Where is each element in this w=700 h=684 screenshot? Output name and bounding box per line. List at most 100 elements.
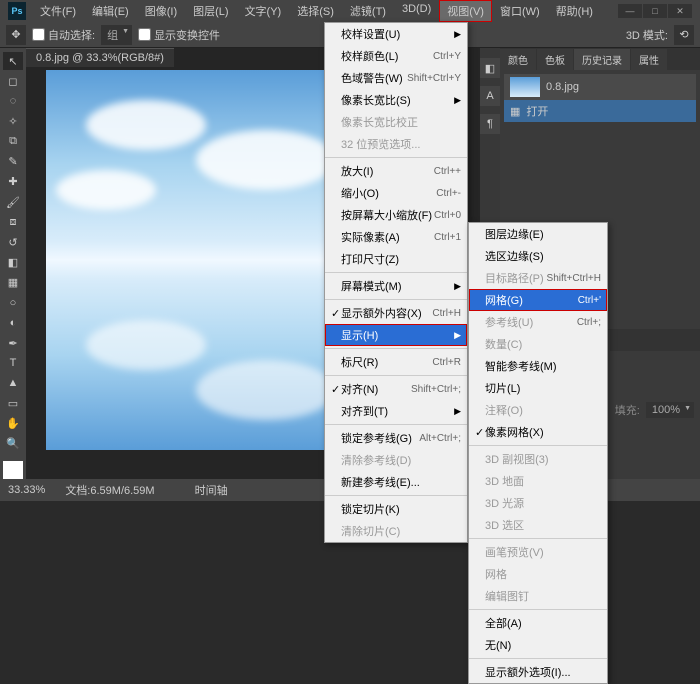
- menu-item-5[interactable]: 选择(S): [289, 0, 342, 22]
- menu-item[interactable]: 锁定切片(K): [325, 498, 467, 520]
- menu-separator: [469, 609, 607, 610]
- panel-icon-1[interactable]: ◧: [480, 58, 500, 78]
- eraser-tool[interactable]: ◧: [3, 253, 23, 271]
- fill-value[interactable]: 100%: [646, 402, 694, 418]
- zoom-level[interactable]: 33.33%: [8, 484, 45, 496]
- menu-item[interactable]: 像素长宽比(S)▶: [325, 89, 467, 111]
- show-transform-check[interactable]: 显示变换控件: [138, 27, 220, 43]
- menu-item-10[interactable]: 帮助(H): [548, 0, 601, 22]
- menu-item: 画笔预览(V): [469, 541, 607, 563]
- menu-item[interactable]: 色域警告(W)Shift+Ctrl+Y: [325, 67, 467, 89]
- menu-item: 3D 光源: [469, 492, 607, 514]
- history-brush-tool[interactable]: ↺: [3, 233, 23, 251]
- close-button[interactable]: ✕: [668, 4, 692, 18]
- panel-tab[interactable]: 属性: [631, 49, 667, 70]
- app-logo: Ps: [8, 2, 26, 20]
- show-transform-checkbox[interactable]: [138, 28, 151, 41]
- auto-select-dropdown[interactable]: 组: [101, 25, 132, 45]
- dodge-tool[interactable]: ◐: [3, 314, 23, 332]
- shape-tool[interactable]: ▭: [3, 394, 23, 412]
- maximize-button[interactable]: □: [643, 4, 667, 18]
- menu-item[interactable]: 网格(G)Ctrl+': [469, 289, 607, 311]
- panel-tab[interactable]: 历史记录: [574, 49, 630, 70]
- menu-item: 3D 地面: [469, 470, 607, 492]
- brush-tool[interactable]: 🖌: [3, 193, 23, 211]
- path-select-tool[interactable]: ▲: [3, 374, 23, 392]
- menu-item-9[interactable]: 窗口(W): [492, 0, 548, 22]
- menu-item[interactable]: 锁定参考线(G)Alt+Ctrl+;: [325, 427, 467, 449]
- menu-item[interactable]: 智能参考线(M): [469, 355, 607, 377]
- menu-item[interactable]: 图层边缘(E): [469, 223, 607, 245]
- menu-item[interactable]: 选区边缘(S): [469, 245, 607, 267]
- wand-tool[interactable]: ✧: [3, 112, 23, 130]
- menu-item[interactable]: 放大(I)Ctrl++: [325, 160, 467, 182]
- history-step-row[interactable]: ▦ 打开: [504, 100, 696, 122]
- blur-tool[interactable]: ○: [3, 294, 23, 312]
- menu-item[interactable]: 显示(H)▶: [325, 324, 467, 346]
- menu-item-2[interactable]: 图像(I): [137, 0, 185, 22]
- pen-tool[interactable]: ✒: [3, 334, 23, 352]
- menu-item[interactable]: 标尺(R)Ctrl+R: [325, 351, 467, 373]
- auto-select-check[interactable]: 自动选择:: [32, 27, 95, 43]
- threed-mode-label: 3D 模式:: [626, 27, 668, 43]
- menu-item-1[interactable]: 编辑(E): [84, 0, 137, 22]
- menu-separator: [325, 348, 467, 349]
- menu-item[interactable]: 校样颜色(L)Ctrl+Y: [325, 45, 467, 67]
- foreground-color[interactable]: [3, 461, 23, 479]
- para-panel-icon[interactable]: ¶: [480, 114, 500, 134]
- marquee-tool[interactable]: ◻: [3, 72, 23, 90]
- document-tab[interactable]: 0.8.jpg @ 33.3%(RGB/8#): [26, 48, 174, 67]
- minimize-button[interactable]: —: [618, 4, 642, 18]
- lasso-tool[interactable]: ◌: [3, 92, 23, 110]
- menu-item: 清除切片(C): [325, 520, 467, 542]
- move-tool-icon: ✥: [6, 25, 26, 45]
- history-thumb: [510, 77, 540, 97]
- menu-item[interactable]: 显示额外选项(I)...: [469, 661, 607, 683]
- menu-item[interactable]: ✓对齐(N)Shift+Ctrl+;: [325, 378, 467, 400]
- menu-item[interactable]: 切片(L): [469, 377, 607, 399]
- heal-tool[interactable]: ✚: [3, 173, 23, 191]
- menu-item[interactable]: 缩小(O)Ctrl+-: [325, 182, 467, 204]
- menu-item-4[interactable]: 文字(Y): [237, 0, 290, 22]
- history-step-label: 打开: [526, 103, 548, 119]
- menu-item[interactable]: 全部(A): [469, 612, 607, 634]
- menu-item[interactable]: 对齐到(T)▶: [325, 400, 467, 422]
- menu-item: 网格: [469, 563, 607, 585]
- zoom-tool[interactable]: 🔍: [3, 435, 23, 453]
- hand-tool[interactable]: ✋: [3, 415, 23, 433]
- menu-separator: [325, 272, 467, 273]
- char-panel-icon[interactable]: A: [480, 86, 500, 106]
- menu-item-7[interactable]: 3D(D): [394, 0, 439, 22]
- menu-item-6[interactable]: 滤镜(T): [342, 0, 394, 22]
- panel-tab[interactable]: 颜色: [500, 49, 536, 70]
- menu-item[interactable]: 打印尺寸(Z): [325, 248, 467, 270]
- threed-orbit-icon[interactable]: ⟲: [674, 25, 694, 45]
- crop-tool[interactable]: ⧉: [3, 133, 23, 151]
- menu-item-3[interactable]: 图层(L): [185, 0, 236, 22]
- timeline-label[interactable]: 时间轴: [195, 482, 228, 498]
- history-folder-icon: ▦: [510, 105, 520, 118]
- stamp-tool[interactable]: ⧈: [3, 213, 23, 231]
- menu-item[interactable]: 校样设置(U)▶: [325, 23, 467, 45]
- menu-item[interactable]: 无(N): [469, 634, 607, 656]
- doc-info[interactable]: 文档:6.59M/6.59M: [65, 482, 154, 498]
- gradient-tool[interactable]: ▦: [3, 274, 23, 292]
- menu-item[interactable]: 屏幕模式(M)▶: [325, 275, 467, 297]
- canvas[interactable]: [46, 70, 340, 450]
- menu-item-8[interactable]: 视图(V): [439, 0, 492, 22]
- menu-item[interactable]: 按屏幕大小缩放(F)Ctrl+0: [325, 204, 467, 226]
- menu-item[interactable]: 实际像素(A)Ctrl+1: [325, 226, 467, 248]
- auto-select-checkbox[interactable]: [32, 28, 45, 41]
- move-tool[interactable]: ↖: [3, 52, 23, 70]
- menu-item[interactable]: 新建参考线(E)...: [325, 471, 467, 493]
- menu-item[interactable]: ✓像素网格(X): [469, 421, 607, 443]
- history-doc-row[interactable]: 0.8.jpg: [504, 74, 696, 100]
- history-panel-tabs: 颜色色板历史记录属性: [500, 48, 700, 70]
- type-tool[interactable]: T: [3, 354, 23, 372]
- fill-label: 填充:: [615, 402, 640, 418]
- menu-item[interactable]: ✓显示额外内容(X)Ctrl+H: [325, 302, 467, 324]
- panel-tab[interactable]: 色板: [537, 49, 573, 70]
- eyedropper-tool[interactable]: ✎: [3, 153, 23, 171]
- menu-item-0[interactable]: 文件(F): [32, 0, 84, 22]
- menu-separator: [469, 658, 607, 659]
